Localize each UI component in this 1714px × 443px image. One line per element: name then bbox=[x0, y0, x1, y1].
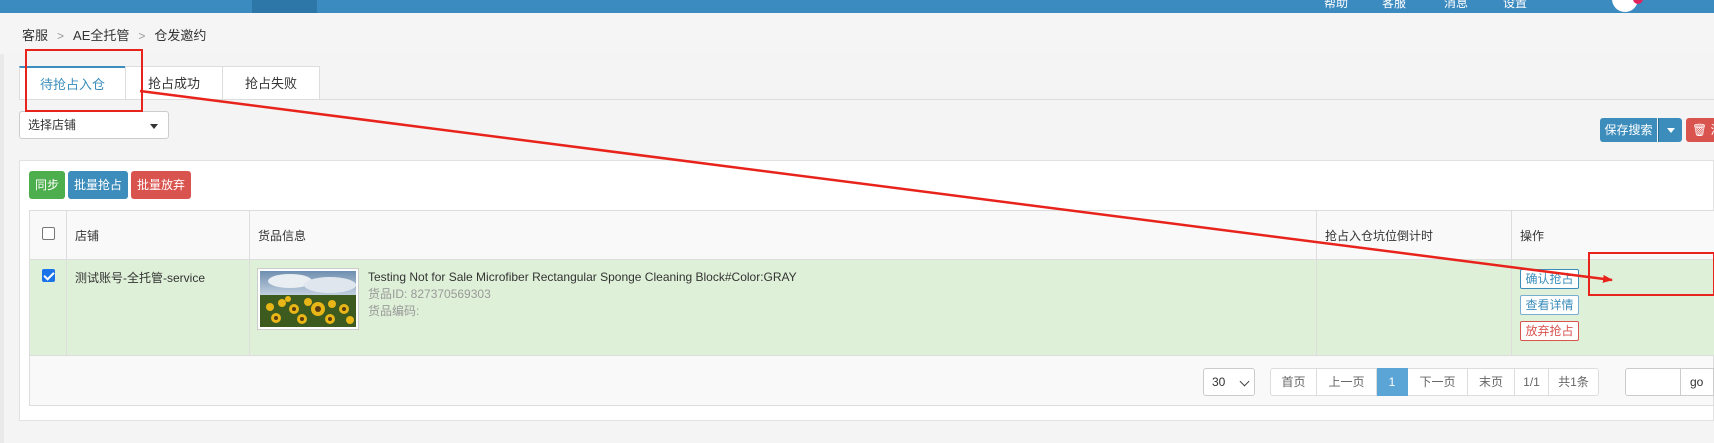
highlight-box-confirm bbox=[1588, 252, 1714, 296]
highlight-box-tab bbox=[25, 49, 143, 112]
annotation-overlay bbox=[25, 49, 1714, 296]
annotation-arrow bbox=[139, 89, 1613, 283]
